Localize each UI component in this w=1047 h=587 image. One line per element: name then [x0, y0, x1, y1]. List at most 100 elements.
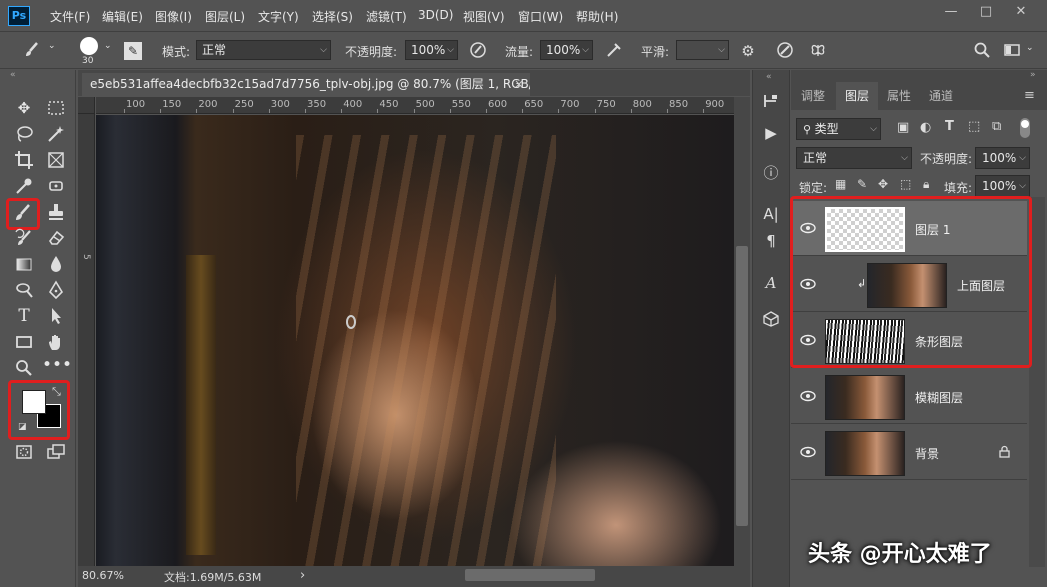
zoom-level[interactable]: 80.67%	[82, 569, 124, 582]
brush-size-preview[interactable]	[80, 37, 98, 55]
airbrush-icon[interactable]	[604, 41, 624, 61]
filter-pixel-icon[interactable]: ▣	[897, 120, 909, 135]
more-tools-icon[interactable]: •••	[42, 356, 72, 380]
gear-icon[interactable]: ⚙	[738, 41, 758, 61]
eraser-tool-icon[interactable]	[42, 226, 70, 250]
lock-position-icon[interactable]: ✥	[878, 177, 888, 191]
tab-adjustments[interactable]: 调整	[794, 82, 832, 110]
blend-mode-select[interactable]: 正常 ⌵	[796, 147, 912, 169]
zoom-tool-icon[interactable]	[10, 356, 38, 380]
screen-mode-icon[interactable]	[42, 440, 70, 464]
paragraph-panel-icon[interactable]: ¶	[757, 228, 785, 254]
layer-filter-kind-select[interactable]: ⚲ 类型 ⌵	[796, 118, 881, 140]
opacity-input[interactable]: 100% ⌵	[405, 40, 458, 60]
menu-view[interactable]: 视图(V)	[463, 8, 505, 25]
glyphs-panel-icon[interactable]: A	[757, 270, 785, 296]
layer-name[interactable]: 背景	[915, 445, 939, 462]
quick-mask-icon[interactable]	[10, 440, 38, 464]
filter-smart-object-icon[interactable]: ⧉	[992, 119, 1001, 134]
lock-artboard-icon[interactable]: ⬚	[900, 177, 911, 191]
visibility-eye-icon[interactable]	[799, 445, 817, 459]
collapse-strip-icon[interactable]: «	[766, 72, 772, 82]
type-tool-icon[interactable]: T	[10, 304, 38, 328]
layer-row-background[interactable]: 背景	[791, 425, 1027, 480]
document-tab[interactable]: e5eb531affea4decbfb32c15ad7d7756_tplv-ob…	[82, 73, 530, 96]
lasso-tool-icon[interactable]	[10, 122, 38, 146]
path-selection-icon[interactable]	[42, 304, 70, 328]
marquee-tool-icon[interactable]	[42, 96, 70, 120]
menu-3d[interactable]: 3D(D)	[418, 8, 453, 22]
gradient-tool-icon[interactable]	[10, 252, 38, 276]
tab-channels[interactable]: 通道	[922, 82, 960, 110]
menu-image[interactable]: 图像(I)	[155, 8, 192, 25]
preset-arrow-icon[interactable]: ⌄	[48, 41, 56, 51]
filter-adjustment-icon[interactable]: ◐	[920, 120, 931, 135]
menu-window[interactable]: 窗口(W)	[518, 8, 563, 25]
brush-settings-icon[interactable]: ✎	[124, 42, 142, 60]
mode-select[interactable]: 正常 ⌵	[196, 40, 331, 60]
filter-toggle[interactable]	[1020, 118, 1030, 138]
pressure-size-icon[interactable]	[775, 41, 795, 61]
move-tool-icon[interactable]: ✥	[10, 96, 38, 120]
eyedropper-tool-icon[interactable]	[10, 174, 38, 198]
info-panel-icon[interactable]: ⓘ	[757, 160, 785, 186]
tab-layers[interactable]: 图层	[836, 82, 878, 110]
collapse-panel-icon[interactable]: »	[1030, 70, 1036, 80]
layer-row-blur[interactable]: 模糊图层	[791, 369, 1027, 424]
pressure-opacity-icon[interactable]	[468, 41, 488, 61]
brush-tool-preset-icon[interactable]	[22, 41, 42, 61]
collapse-toolbar-icon[interactable]: «	[10, 70, 16, 80]
hand-tool-icon[interactable]	[42, 330, 70, 354]
menu-select[interactable]: 选择(S)	[312, 8, 353, 25]
3d-panel-icon[interactable]	[757, 310, 785, 336]
ruler-origin[interactable]	[78, 97, 95, 114]
search-icon[interactable]	[972, 41, 992, 61]
filter-type-icon[interactable]: T	[945, 119, 954, 134]
fill-input[interactable]: 100% ⌵	[975, 175, 1030, 197]
layer-name[interactable]: 模糊图层	[915, 389, 963, 406]
actions-play-icon[interactable]: ▶	[757, 120, 785, 146]
workspace-arrow-icon[interactable]: ⌄	[1026, 43, 1034, 53]
lock-pixels-icon[interactable]: ✎	[857, 177, 867, 191]
crop-tool-icon[interactable]	[10, 148, 38, 172]
brush-picker-arrow-icon[interactable]: ⌄	[104, 41, 112, 51]
menu-layer[interactable]: 图层(L)	[205, 8, 245, 25]
horizontal-scroll-thumb[interactable]	[465, 569, 595, 581]
menu-help[interactable]: 帮助(H)	[576, 8, 618, 25]
workspace-icon[interactable]	[1002, 41, 1022, 61]
frame-tool-icon[interactable]	[42, 148, 70, 172]
dodge-tool-icon[interactable]	[10, 278, 38, 302]
smoothing-input[interactable]: ⌵	[676, 40, 729, 60]
vertical-scroll-thumb[interactable]	[736, 246, 748, 526]
maximize-button[interactable]: □	[975, 4, 997, 20]
foreground-color-swatch[interactable]	[22, 390, 46, 414]
status-menu-arrow-icon[interactable]: ›	[300, 568, 305, 583]
close-tab-icon[interactable]: ×	[510, 73, 528, 95]
lock-transparent-icon[interactable]: ▦	[835, 177, 846, 191]
menu-type[interactable]: 文字(Y)	[258, 8, 299, 25]
spot-healing-icon[interactable]	[42, 174, 70, 198]
blur-tool-icon[interactable]	[42, 252, 70, 276]
rectangle-tool-icon[interactable]	[10, 330, 38, 354]
pen-tool-icon[interactable]	[42, 278, 70, 302]
default-colors-icon[interactable]: ◪	[18, 422, 27, 432]
flow-input[interactable]: 100% ⌵	[540, 40, 593, 60]
swap-colors-icon[interactable]: ⤡	[52, 385, 61, 399]
tab-properties[interactable]: 属性	[880, 82, 918, 110]
image-canvas[interactable]	[96, 115, 734, 566]
close-window-button[interactable]: ✕	[1010, 4, 1032, 20]
menu-edit[interactable]: 编辑(E)	[102, 8, 143, 25]
lock-all-icon[interactable]: 🔒︎	[923, 177, 929, 192]
layer-opacity-input[interactable]: 100% ⌵	[975, 147, 1030, 169]
filter-shape-icon[interactable]: ⬚	[968, 119, 980, 134]
magic-wand-icon[interactable]	[42, 122, 70, 146]
panel-menu-icon[interactable]: ≡	[1024, 88, 1035, 103]
symmetry-butterfly-icon[interactable]	[808, 41, 828, 61]
character-panel-icon[interactable]: A|	[757, 201, 785, 227]
visibility-eye-icon[interactable]	[799, 389, 817, 403]
menu-filter[interactable]: 滤镜(T)	[366, 8, 407, 25]
history-panel-icon[interactable]	[757, 92, 785, 118]
minimize-button[interactable]: —	[940, 4, 962, 20]
history-brush-icon[interactable]	[10, 226, 38, 250]
menu-file[interactable]: 文件(F)	[50, 8, 90, 25]
